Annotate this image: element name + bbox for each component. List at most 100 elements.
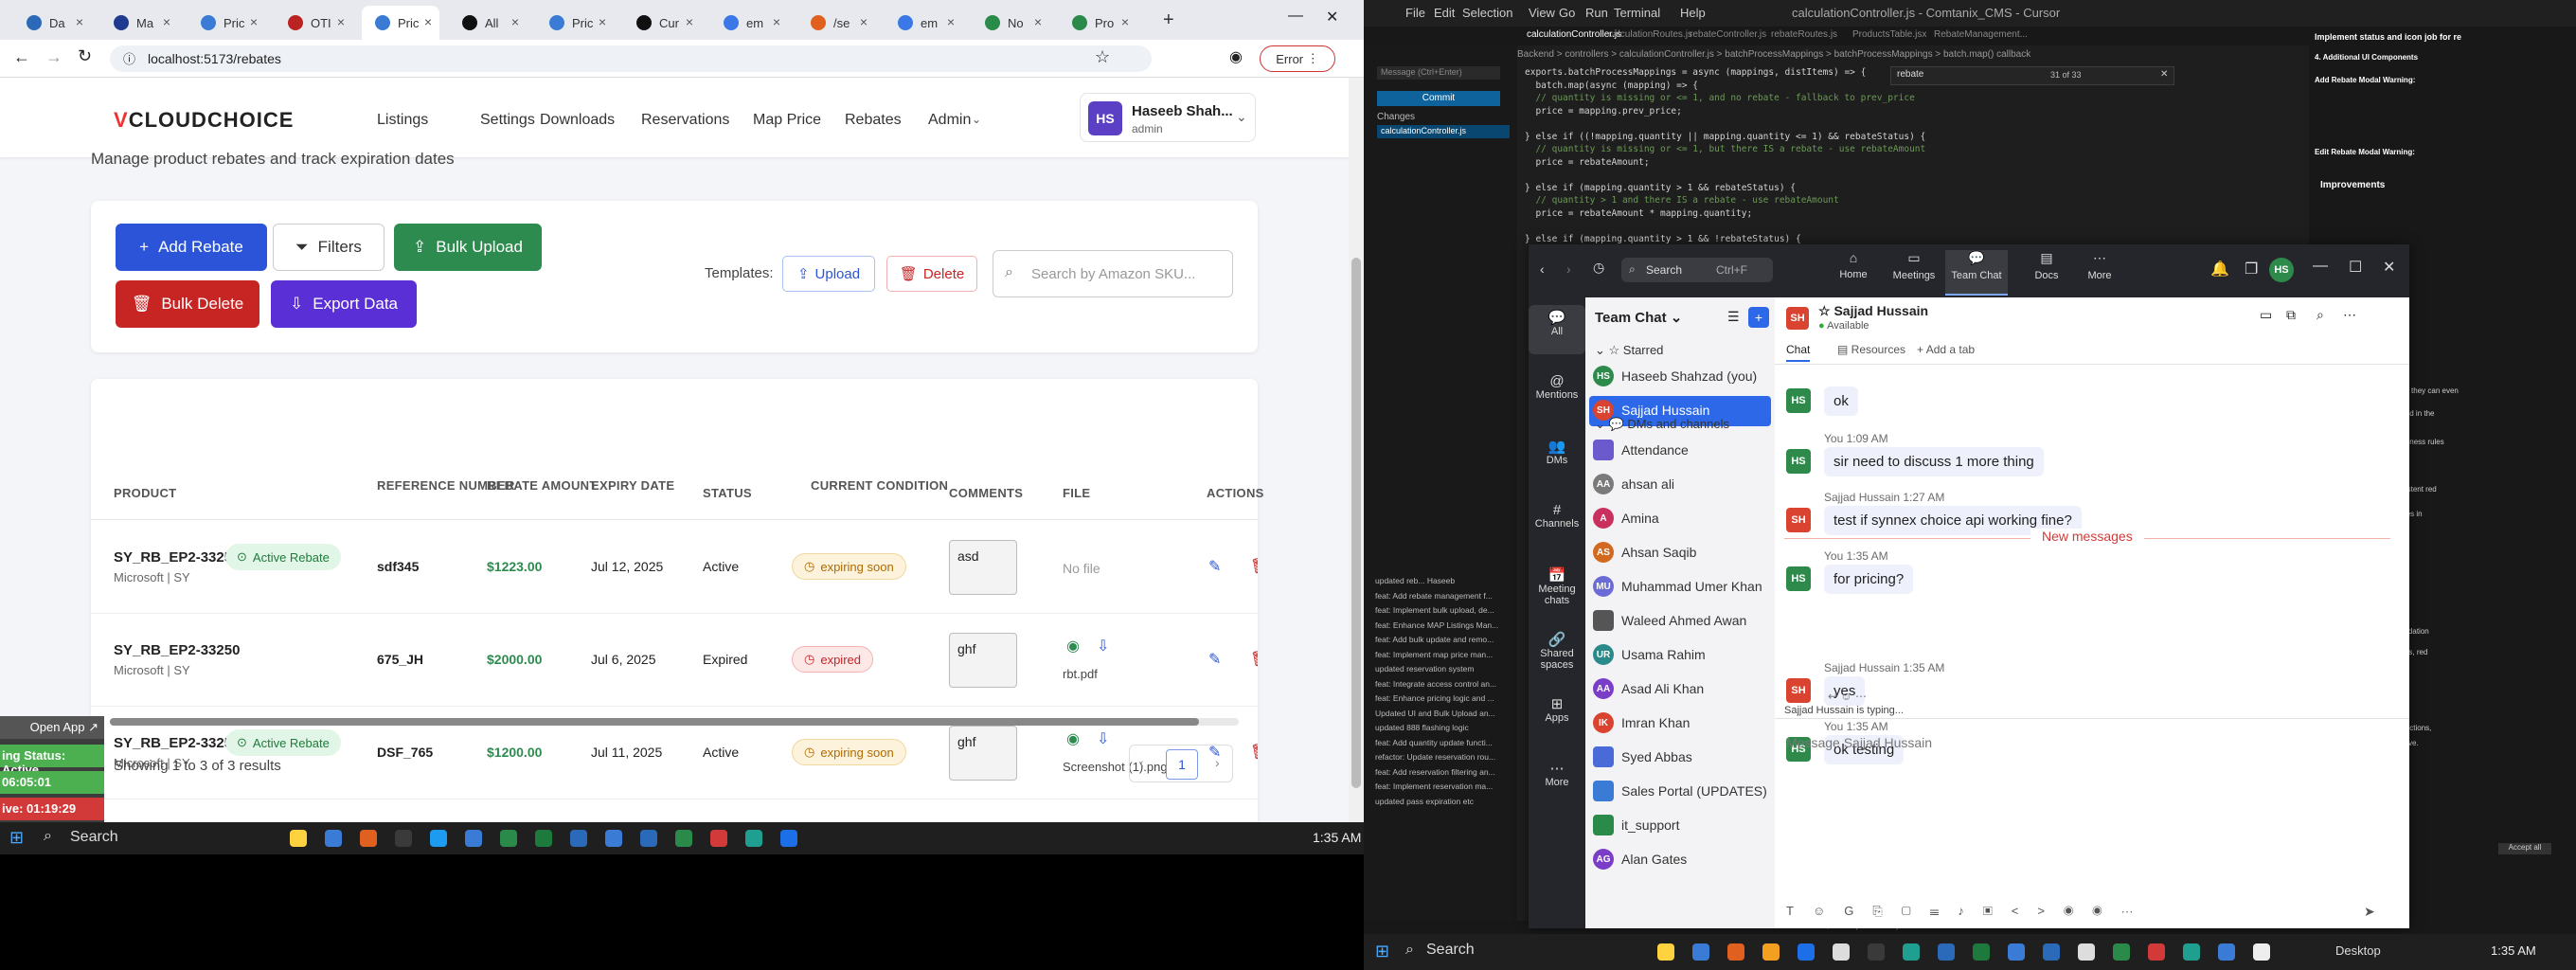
reload-icon[interactable]: ↻ bbox=[78, 46, 92, 66]
menu-item[interactable]: Run bbox=[1585, 6, 1608, 20]
taskbar-app-icon[interactable] bbox=[2218, 943, 2235, 961]
contact-item[interactable]: UR Usama Rahim bbox=[1589, 640, 1771, 671]
taskbar-app-icon[interactable] bbox=[675, 830, 692, 847]
rail-item[interactable]: 💬 All bbox=[1529, 305, 1585, 354]
nav-item[interactable]: Rebates bbox=[845, 112, 902, 129]
taskbar-app-icon[interactable] bbox=[745, 830, 762, 847]
browser-tab[interactable]: Pric × bbox=[536, 6, 614, 40]
close-tab-icon[interactable]: × bbox=[1121, 14, 1129, 29]
nav-item[interactable]: Map Price bbox=[753, 112, 821, 129]
sku-search-input[interactable]: ⌕ Search by Amazon SKU... bbox=[993, 250, 1233, 297]
comment-field[interactable]: ghf bbox=[949, 726, 1017, 781]
git-commit-item[interactable]: feat: Implement reservation ma... bbox=[1375, 781, 1493, 791]
history-icon[interactable]: ◷ bbox=[1593, 260, 1604, 276]
horizontal-scrollbar[interactable] bbox=[110, 718, 1239, 726]
contact-item[interactable]: Waleed Ahmed Awan bbox=[1589, 606, 1771, 637]
profile-icon[interactable]: ◉ bbox=[1229, 47, 1243, 66]
open-app-button[interactable]: Open App ↗ bbox=[0, 716, 104, 739]
message-bubble[interactable]: sir need to discuss 1 more thing bbox=[1824, 447, 2044, 476]
git-commit-item[interactable]: feat: Enhance MAP Listings Man... bbox=[1375, 620, 1498, 630]
taskbar-search[interactable]: ⌕ Search bbox=[36, 826, 273, 851]
taskbar-app-icon[interactable] bbox=[465, 830, 482, 847]
edit-icon[interactable]: ✎ bbox=[1208, 557, 1221, 576]
close-tab-icon[interactable]: × bbox=[599, 14, 606, 29]
taskbar-app-icon[interactable] bbox=[1692, 943, 1709, 961]
browser-tab[interactable]: Pro × bbox=[1059, 6, 1136, 40]
page-scrollbar[interactable] bbox=[1349, 78, 1364, 822]
top-nav-home[interactable]: ⌂ Home bbox=[1822, 250, 1885, 296]
browser-tab[interactable]: Ma × bbox=[100, 6, 178, 40]
browser-tab[interactable]: Pric × bbox=[362, 6, 439, 40]
send-icon[interactable]: ➤ bbox=[2364, 904, 2375, 920]
taskbar-app-icon[interactable] bbox=[2148, 943, 2165, 961]
browser-tab[interactable]: em × bbox=[885, 6, 962, 40]
menu-item[interactable]: Go bbox=[1559, 6, 1575, 20]
taskbar-app-icon[interactable] bbox=[1938, 943, 1955, 961]
download-file-icon[interactable]: ⇩ bbox=[1097, 729, 1109, 748]
taskbar-app-icon[interactable] bbox=[605, 830, 622, 847]
contact-item[interactable]: AA ahsan ali bbox=[1589, 470, 1771, 500]
git-commit-item[interactable]: feat: Add bulk update and remo... bbox=[1375, 635, 1494, 644]
menu-item[interactable]: Selection bbox=[1462, 6, 1512, 20]
close-tab-icon[interactable]: × bbox=[947, 14, 955, 29]
rail-item[interactable]: # Channels bbox=[1529, 498, 1585, 548]
message-compose-input[interactable]: Message Sajjad Hussain bbox=[1786, 735, 1932, 750]
chat-tab[interactable]: ▤ Resources bbox=[1837, 343, 1905, 356]
browser-tab[interactable]: Pric × bbox=[188, 6, 265, 40]
git-commit-item[interactable]: feat: Add reservation filtering an... bbox=[1375, 767, 1495, 777]
window-icon[interactable]: ❐ bbox=[2245, 260, 2258, 278]
nav-item[interactable]: Downloads bbox=[540, 112, 615, 129]
template-upload-button[interactable]: ⇪ Upload bbox=[782, 256, 875, 292]
message-bubble[interactable]: for pricing? bbox=[1824, 565, 1914, 594]
git-commit-item[interactable]: updated pass expiration etc bbox=[1375, 797, 1474, 806]
git-commit-item[interactable]: feat: Enhance pricing logic and ... bbox=[1375, 693, 1494, 703]
commit-message-input[interactable]: Message (Ctrl+Enter) bbox=[1377, 66, 1500, 80]
comment-field[interactable]: ghf bbox=[949, 633, 1017, 688]
more-icon[interactable]: ⋯ bbox=[2343, 307, 2356, 323]
search-icon[interactable]: ⌕ bbox=[2317, 307, 2324, 323]
delete-icon[interactable]: 🗑 bbox=[1250, 557, 1258, 576]
address-bar[interactable]: ⓘ localhost:5173/rebates bbox=[110, 45, 1152, 72]
menu-item[interactable]: File bbox=[1405, 6, 1425, 20]
code-editor[interactable]: exports.batchProcessMappings = async (ma… bbox=[1525, 64, 2226, 250]
close-tab-icon[interactable]: × bbox=[773, 14, 780, 29]
browser-tab[interactable]: OTI × bbox=[275, 6, 352, 40]
taskbar-app-icon[interactable] bbox=[325, 830, 342, 847]
message-bubble[interactable]: ok bbox=[1824, 386, 1858, 416]
rail-item[interactable]: 🔗 Shared spaces bbox=[1529, 627, 1585, 676]
add-rebate-button[interactable]: + Add Rebate bbox=[116, 224, 267, 271]
taskbar-app-icon[interactable] bbox=[290, 830, 307, 847]
contact-item[interactable]: Syed Abbas bbox=[1589, 743, 1771, 773]
commit-button[interactable]: Commit bbox=[1377, 91, 1500, 106]
error-button[interactable]: Error ⋮ bbox=[1260, 45, 1335, 72]
screen-share-icon[interactable]: ⧉ bbox=[2286, 307, 2296, 323]
contact-item[interactable]: IK Imran Khan bbox=[1589, 709, 1771, 739]
rail-item[interactable]: 👥 DMs bbox=[1529, 434, 1585, 483]
git-commit-item[interactable]: updated reservation system bbox=[1375, 664, 1474, 674]
rail-item[interactable]: ⊞ Apps bbox=[1529, 692, 1585, 741]
browser-tab[interactable]: All × bbox=[449, 6, 527, 40]
rail-item[interactable]: @ Mentions bbox=[1529, 369, 1585, 419]
forward-icon[interactable]: › bbox=[1566, 261, 1571, 277]
editor-tab[interactable]: rebateRoutes.js bbox=[1771, 29, 1837, 40]
filters-button[interactable]: ⏷ Filters bbox=[273, 224, 385, 271]
git-commit-item[interactable]: refactor: Update reservation rou... bbox=[1375, 752, 1495, 762]
taskbar-app-icon[interactable] bbox=[1798, 943, 1815, 961]
nav-item[interactable]: Admin bbox=[928, 112, 971, 129]
menu-item[interactable]: Edit bbox=[1434, 6, 1455, 20]
forward-icon[interactable]: → bbox=[45, 47, 63, 67]
browser-tab[interactable]: Da × bbox=[13, 6, 91, 40]
minimize-icon[interactable]: — bbox=[2313, 258, 2328, 275]
taskbar-app-icon[interactable] bbox=[1973, 943, 1990, 961]
contact-name[interactable]: ☆ Sajjad Hussain bbox=[1818, 303, 1928, 319]
view-file-icon[interactable]: ◉ bbox=[1066, 637, 1080, 656]
taskbar-app-icon[interactable] bbox=[395, 830, 412, 847]
reply-icon[interactable]: ↩ ☺ ⋯ bbox=[1828, 690, 1867, 703]
scrollbar-thumb[interactable] bbox=[110, 718, 1199, 726]
filter-icon[interactable]: ☰ bbox=[1727, 309, 1740, 325]
back-icon[interactable]: ‹ bbox=[1540, 261, 1545, 277]
taskbar-app-icon[interactable] bbox=[1657, 943, 1674, 961]
rail-item[interactable]: ⋯ More bbox=[1529, 756, 1585, 805]
taskbar-app-icon[interactable] bbox=[2113, 943, 2130, 961]
delete-icon[interactable]: 🗑 bbox=[1250, 743, 1258, 762]
